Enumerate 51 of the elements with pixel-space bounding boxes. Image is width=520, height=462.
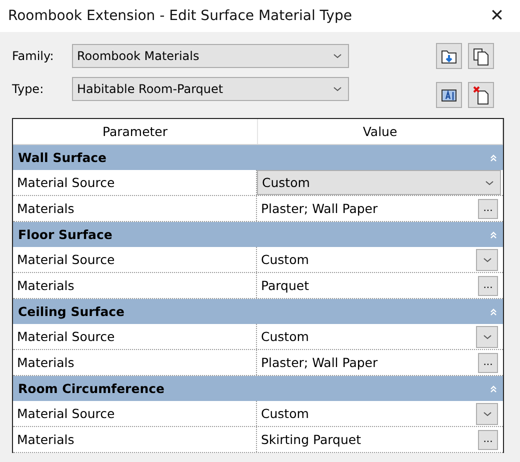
- close-button[interactable]: ✕: [474, 0, 520, 33]
- dropdown-field[interactable]: Roombook Materials: [72, 44, 349, 68]
- chevron-down-icon: [482, 334, 492, 340]
- value-cell[interactable]: Plaster; Wall Paper ...: [257, 350, 499, 375]
- parameter-cell: Material Source: [13, 247, 257, 272]
- collapse-icon: [490, 230, 497, 238]
- parameter-cell: Materials: [13, 196, 257, 221]
- column-header: Parameter: [13, 119, 258, 144]
- value-cell[interactable]: Custom: [257, 401, 499, 426]
- value-cell[interactable]: Plaster; Wall Paper ...: [257, 196, 499, 221]
- group-header[interactable]: Wall Surface: [13, 145, 503, 170]
- chevron-down-icon: [484, 180, 494, 186]
- parameter-cell: Material Source: [13, 324, 257, 349]
- value-cell[interactable]: Skirting Parquet ...: [257, 427, 499, 452]
- parameter-cell: Materials: [13, 427, 257, 452]
- field-label: Type:: [12, 82, 45, 96]
- chevron-down-icon: [482, 410, 492, 416]
- parameter-cell: Materials: [13, 273, 257, 298]
- browse-button[interactable]: ...: [478, 430, 498, 450]
- dropdown-field[interactable]: Habitable Room-Parquet: [72, 77, 349, 101]
- toolbar-button[interactable]: [468, 43, 494, 69]
- column-header: Value: [258, 119, 503, 144]
- field-label: Family:: [12, 49, 55, 63]
- value-cell[interactable]: Custom: [257, 170, 501, 195]
- toolbar-button[interactable]: [468, 82, 494, 108]
- value-cell[interactable]: Custom: [257, 324, 499, 349]
- group-header[interactable]: Room Circumference: [13, 376, 503, 401]
- collapse-icon: [490, 384, 497, 392]
- chevron-down-icon: [333, 53, 342, 59]
- toolbar-button[interactable]: [436, 43, 462, 69]
- parameter-cell: Materials: [13, 350, 257, 375]
- collapse-icon: [490, 154, 497, 162]
- parameter-cell: Material Source: [13, 401, 257, 426]
- group-title: Floor Surface: [18, 227, 112, 242]
- browse-button[interactable]: ...: [478, 352, 498, 372]
- browse-button[interactable]: ...: [478, 276, 498, 296]
- group-title: Wall Surface: [18, 150, 107, 165]
- browse-button[interactable]: ...: [478, 198, 498, 218]
- chevron-down-icon: [482, 256, 492, 262]
- collapse-icon: [490, 308, 497, 316]
- window-title: Roombook Extension - Edit Surface Material Type: [8, 8, 352, 24]
- group-header[interactable]: Floor Surface: [13, 222, 503, 247]
- group-header[interactable]: Ceiling Surface: [13, 299, 503, 324]
- copy-icon: [471, 46, 491, 66]
- toolbar-button[interactable]: [436, 82, 462, 108]
- group-title: Ceiling Surface: [18, 304, 125, 319]
- group-title: Room Circumference: [18, 381, 164, 396]
- chevron-down-icon: [333, 86, 342, 92]
- delete-document-icon: [471, 85, 491, 105]
- value-cell[interactable]: Custom: [257, 247, 499, 272]
- value-cell[interactable]: Parquet ...: [257, 273, 499, 298]
